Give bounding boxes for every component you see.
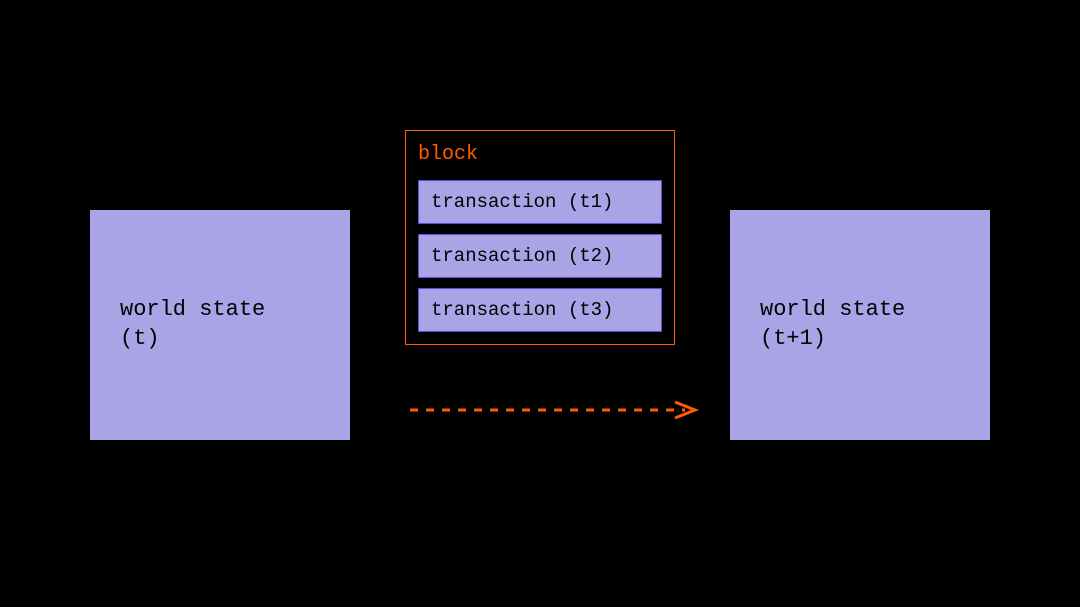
block-label: block <box>418 143 662 166</box>
block-container: block transaction (t1) transaction (t2) … <box>405 130 675 345</box>
world-state-before-line1: world state <box>120 296 350 325</box>
world-state-before-line2: (t) <box>120 325 350 354</box>
transaction-item: transaction (t2) <box>418 234 662 278</box>
world-state-after-line2: (t+1) <box>760 325 990 354</box>
transaction-item: transaction (t1) <box>418 180 662 224</box>
transition-arrow-icon <box>405 400 705 420</box>
world-state-after-line1: world state <box>760 296 990 325</box>
world-state-before: world state (t) <box>90 210 350 440</box>
transaction-item: transaction (t3) <box>418 288 662 332</box>
world-state-after: world state (t+1) <box>730 210 990 440</box>
